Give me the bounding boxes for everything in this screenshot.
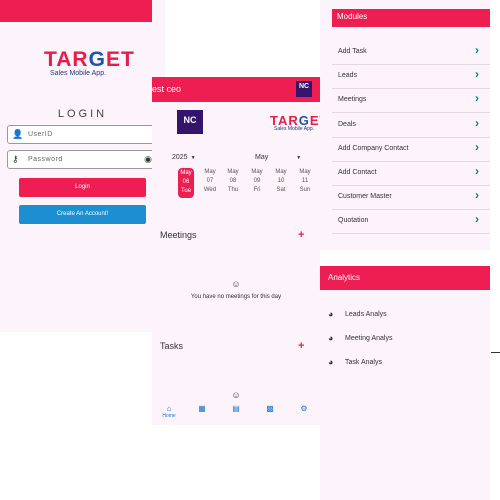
login-screen: TARGET Sales Mobile App. LOGIN 👤 ⚷ ◉ Log… bbox=[0, 0, 165, 332]
month-select[interactable]: May ▼ bbox=[255, 154, 301, 161]
analytics-header: Analytics bbox=[320, 266, 490, 290]
password-field[interactable]: ⚷ ◉ bbox=[7, 150, 157, 169]
target-logo: TARGET bbox=[44, 48, 135, 71]
add-meeting-plus-icon[interactable]: + bbox=[298, 229, 304, 241]
module-item[interactable]: Leads › bbox=[332, 65, 490, 89]
module-item[interactable]: Add Task › bbox=[332, 41, 490, 65]
day-chip[interactable]: May 09 Fri bbox=[249, 168, 265, 195]
header-title: est ceo bbox=[152, 84, 182, 94]
modules-title: Modules bbox=[337, 12, 368, 21]
module-item[interactable]: Customer Master › bbox=[332, 186, 490, 210]
analytics-screen: Analytics ◕ Leads Analys ◕ Meeting Analy… bbox=[320, 266, 490, 500]
module-item[interactable]: Add Company Contact › bbox=[332, 138, 490, 162]
dashboard-screen: est ceo NC NC TARGET Sales Mobile App. 2… bbox=[152, 0, 328, 425]
analytics-icon: ◕ bbox=[328, 357, 334, 367]
chevron-right-icon: › bbox=[475, 91, 479, 105]
no-meetings-text: You have no meetings for this day bbox=[190, 294, 282, 300]
meetings-section-title: Meetings bbox=[160, 230, 197, 240]
login-top-bar bbox=[0, 0, 165, 22]
nc-small-logo[interactable]: NC bbox=[296, 81, 312, 97]
logo-tagline: Sales Mobile App. bbox=[50, 70, 107, 77]
divider bbox=[491, 352, 500, 353]
eye-icon[interactable]: ◉ bbox=[144, 154, 152, 165]
day-chip[interactable]: May 07 Wed bbox=[202, 168, 218, 195]
module-item[interactable]: Add Contact › bbox=[332, 162, 490, 186]
add-task-plus-icon[interactable]: + bbox=[298, 340, 304, 352]
bar-chart-icon: ▩ bbox=[266, 404, 274, 413]
dashboard-header: est ceo NC bbox=[152, 77, 320, 102]
chevron-right-icon: › bbox=[475, 43, 479, 57]
modules-header: Modules bbox=[332, 9, 490, 27]
grid-icon: ▦ bbox=[198, 404, 206, 413]
userid-field[interactable]: 👤 bbox=[7, 125, 157, 144]
nav-home[interactable]: ⌂ Home bbox=[159, 404, 179, 419]
module-item[interactable]: Quotation › bbox=[332, 210, 490, 234]
password-input[interactable] bbox=[28, 152, 138, 167]
chevron-right-icon: › bbox=[475, 67, 479, 81]
home-icon: ⌂ bbox=[166, 404, 172, 413]
person-icon: 👤 bbox=[12, 129, 24, 139]
smile-icon: ☺ bbox=[231, 279, 241, 289]
login-title: LOGIN bbox=[57, 108, 108, 120]
year-select[interactable]: 2025 ▼ bbox=[172, 154, 196, 161]
day-chip[interactable]: May 06 Tue bbox=[178, 168, 194, 198]
logo-tagline-small: Sales Mobile App. bbox=[274, 126, 315, 132]
nav-chart[interactable]: ▩ bbox=[260, 404, 280, 413]
chevron-right-icon: › bbox=[475, 116, 479, 130]
day-chip[interactable]: May 11 Sun bbox=[297, 168, 313, 195]
chevron-right-icon: › bbox=[475, 164, 479, 178]
tasks-section-title: Tasks bbox=[160, 341, 184, 351]
day-chip[interactable]: May 10 Sat bbox=[273, 168, 289, 195]
module-item[interactable]: Meetings › bbox=[332, 89, 490, 113]
chevron-right-icon: › bbox=[475, 212, 479, 226]
smile-icon: ☺ bbox=[231, 390, 241, 400]
nc-company-logo: NC bbox=[177, 110, 203, 134]
analytics-icon: ◕ bbox=[328, 309, 334, 319]
caret-down-icon: ▼ bbox=[190, 155, 196, 161]
login-button[interactable]: Login bbox=[19, 178, 146, 197]
nav-document[interactable]: ▤ bbox=[226, 404, 246, 413]
dashboard-top-area bbox=[165, 0, 320, 77]
day-chip[interactable]: May 08 Thu bbox=[225, 168, 241, 195]
nav-home-label: Home bbox=[162, 413, 176, 419]
create-account-button[interactable]: Create An Account! bbox=[19, 205, 146, 224]
document-icon: ▤ bbox=[232, 404, 240, 413]
chevron-right-icon: › bbox=[475, 140, 479, 154]
bottom-navigation: ⌂ Home ▦ ▤ ▩ ⚙ bbox=[152, 400, 320, 425]
analytics-title: Analytics bbox=[328, 273, 361, 282]
module-item[interactable]: Deals › bbox=[332, 114, 490, 138]
settings-icon: ⚙ bbox=[300, 404, 308, 413]
analytics-icon: ◕ bbox=[328, 333, 334, 343]
nav-grid[interactable]: ▦ bbox=[192, 404, 212, 413]
userid-input[interactable] bbox=[28, 127, 138, 142]
key-icon: ⚷ bbox=[12, 154, 19, 164]
nav-settings[interactable]: ⚙ bbox=[294, 404, 314, 413]
caret-down-icon: ▼ bbox=[296, 155, 302, 161]
modules-screen: Modules Add Task › Leads › Meetings › Deals… bbox=[320, 0, 490, 250]
chevron-right-icon: › bbox=[475, 188, 479, 202]
